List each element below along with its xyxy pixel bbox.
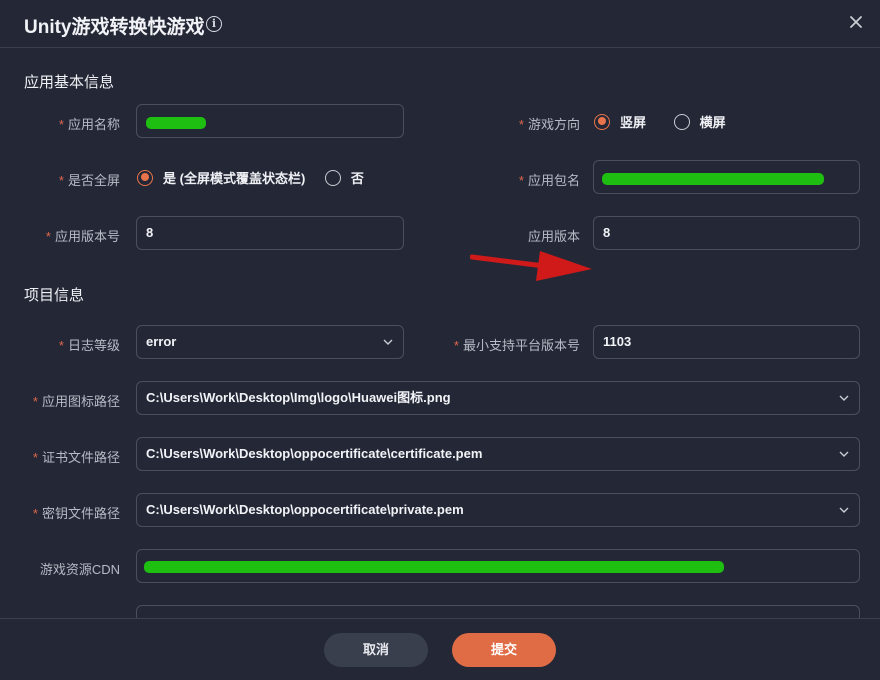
label-package-name: * 应用包名 <box>518 173 580 188</box>
label-app-name: * 应用名称 <box>58 117 120 132</box>
cancel-button[interactable]: 取消 <box>324 633 428 667</box>
info-icon[interactable]: i <box>206 16 222 32</box>
label-key-path: * 密钥文件路径 <box>32 506 120 521</box>
chevron-down-icon <box>839 395 849 401</box>
section-title-basic: 应用基本信息 <box>24 74 115 91</box>
chevron-down-icon <box>839 451 849 457</box>
dialog-title: Unity游戏转换快游戏 <box>24 17 205 38</box>
version-code-input[interactable]: 8 <box>136 216 404 250</box>
radio-fullscreen-no[interactable]: 否 <box>324 168 364 187</box>
radio-portrait[interactable]: 竖屏 <box>594 112 646 131</box>
annotation-arrow-icon <box>470 251 592 281</box>
label-version-code: * 应用版本号 <box>45 229 120 244</box>
key-path-select[interactable]: C:\Users\Work\Desktop\oppocertificate\pr… <box>136 493 860 527</box>
label-log-level: * 日志等级 <box>58 338 120 353</box>
label-cert-path: * 证书文件路径 <box>32 450 120 465</box>
label-min-platform: * 最小支持平台版本号 <box>453 338 580 353</box>
label-orientation: * 游戏方向 <box>518 117 580 132</box>
redaction-mark <box>144 561 724 573</box>
chevron-down-icon <box>839 507 849 513</box>
min-platform-input[interactable]: 1103 <box>593 325 860 359</box>
radio-selected-icon <box>594 113 610 130</box>
fullscreen-radio-group: 是 (全屏模式覆盖状态栏) 否 <box>137 168 380 188</box>
next-field-input[interactable] <box>136 605 860 618</box>
log-level-select[interactable]: error <box>136 325 404 359</box>
cert-path-select[interactable]: C:\Users\Work\Desktop\oppocertificate\ce… <box>136 437 860 471</box>
dialog-body: 应用基本信息 * 应用名称 * 游戏方向 竖屏 横屏 * 是否全屏 是 (全屏模式覆盖… <box>0 49 880 618</box>
redaction-mark <box>146 117 206 129</box>
dialog-header: Unity游戏转换快游戏 i <box>0 0 880 48</box>
label-version-name: 应用版本 <box>527 229 580 244</box>
label-icon-path: * 应用图标路径 <box>32 394 120 409</box>
label-fullscreen: * 是否全屏 <box>58 173 120 188</box>
section-title-project: 项目信息 <box>24 287 85 304</box>
redaction-mark <box>602 173 824 185</box>
radio-selected-icon <box>137 169 153 186</box>
radio-unselected-icon <box>673 113 690 130</box>
orientation-radio-group: 竖屏 横屏 <box>594 112 742 132</box>
unity-convert-dialog: Unity游戏转换快游戏 i 应用基本信息 * 应用名称 * 游戏方向 竖屏 横屏 … <box>0 0 880 680</box>
dialog-footer: 取消 提交 <box>0 618 880 680</box>
radio-unselected-icon <box>324 169 341 186</box>
version-name-input[interactable]: 8 <box>593 216 860 250</box>
chevron-down-icon <box>383 339 393 345</box>
radio-landscape[interactable]: 横屏 <box>673 112 726 131</box>
radio-fullscreen-yes[interactable]: 是 (全屏模式覆盖状态栏) <box>137 168 305 187</box>
submit-button[interactable]: 提交 <box>452 633 556 667</box>
close-icon[interactable] <box>846 12 866 32</box>
label-cdn: 游戏资源CDN <box>39 562 120 577</box>
icon-path-select[interactable]: C:\Users\Work\Desktop\Img\logo\Huawei图标.… <box>136 381 860 415</box>
